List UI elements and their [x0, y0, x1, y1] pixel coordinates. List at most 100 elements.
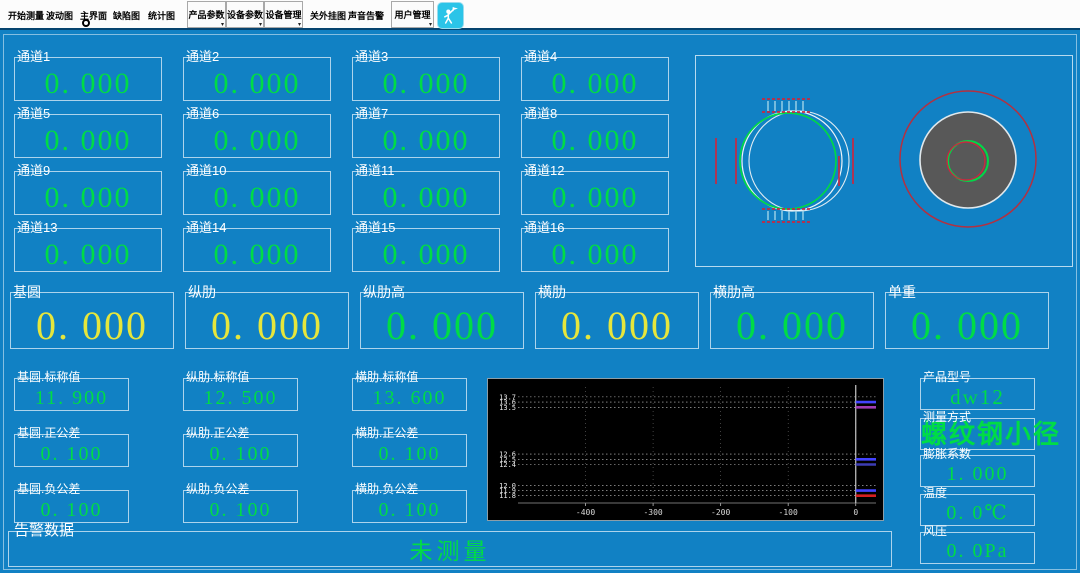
svg-text:0: 0: [853, 508, 858, 517]
menu-sound-alarm[interactable]: 声音告警: [348, 9, 384, 22]
dropdown-arrow-icon[interactable]: ▾: [221, 22, 224, 28]
channel-box: 通道30. 000: [352, 57, 500, 101]
menu-close-external-chart[interactable]: 关外挂图: [310, 9, 346, 22]
param-box: 基圆.标称值11. 900: [14, 378, 129, 411]
channel-box-label: 通道4: [524, 50, 557, 63]
toolbar: 开始测量 波动图 主界面 缺陷图 统计图 产品参数 ▾ 设备参数 ▾ 设备管理 …: [0, 0, 1080, 30]
channel-box-label: 通道1: [17, 50, 50, 63]
svg-text:13.5: 13.5: [499, 404, 516, 412]
param-box: 纵肋.负公差0. 100: [183, 490, 298, 523]
measure-box-label: 横肋: [538, 285, 566, 299]
param-box: 横肋.负公差0. 100: [352, 490, 467, 523]
param-box: 横肋.标称值13. 600: [352, 378, 467, 411]
cross-section-graphics: [696, 56, 1072, 266]
param-box-label: 横肋.正公差: [355, 427, 418, 439]
info-box: 风压0. 0Pa: [920, 532, 1035, 564]
channel-box-value: 0. 000: [353, 239, 499, 271]
measurement-status: 未测量: [410, 538, 491, 564]
tolerance-trend-chart: -400-300-200-100013.713.613.512.612.512.…: [487, 378, 884, 521]
channel-box: 通道150. 000: [352, 228, 500, 272]
dropdown-arrow-icon[interactable]: ▾: [298, 22, 301, 28]
measure-box: 基圆0. 000: [10, 292, 174, 349]
channel-box-value: 0. 000: [353, 182, 499, 214]
measure-box-label: 纵肋高: [363, 285, 405, 299]
channel-box: 通道160. 000: [521, 228, 669, 272]
btn-user-management[interactable]: 用户管理 ▾: [391, 1, 434, 28]
param-box-value: 0. 100: [353, 500, 466, 521]
channel-box-value: 0. 000: [15, 125, 161, 157]
param-box: 基圆.正公差0. 100: [14, 434, 129, 467]
info-box-value: dw12: [921, 386, 1034, 408]
measure-box-label: 纵肋: [188, 285, 216, 299]
channel-box-label: 通道13: [17, 221, 57, 234]
channel-box: 通道80. 000: [521, 114, 669, 158]
measure-box: 纵肋0. 000: [185, 292, 349, 349]
param-box: 纵肋.正公差0. 100: [183, 434, 298, 467]
param-box-label: 纵肋.正公差: [186, 427, 249, 439]
info-box: 测量方式螺纹钢小径: [920, 418, 1035, 450]
measure-box-label: 单重: [888, 285, 916, 299]
channel-box-value: 0. 000: [522, 182, 668, 214]
info-box-label: 产品型号: [923, 371, 971, 383]
measure-box-value: 0. 000: [536, 305, 698, 347]
channel-box-label: 通道3: [355, 50, 388, 63]
alarm-data-label: 告警数据: [14, 519, 74, 540]
info-box-label: 温度: [923, 487, 947, 499]
channel-box-label: 通道7: [355, 107, 388, 120]
measure-box: 横肋高0. 000: [710, 292, 874, 349]
channel-box-value: 0. 000: [522, 68, 668, 100]
btn-device-management[interactable]: 设备管理 ▾: [264, 1, 303, 28]
param-box-value: 0. 100: [353, 444, 466, 465]
channel-box-value: 0. 000: [184, 182, 330, 214]
info-box: 产品型号dw12: [920, 378, 1035, 410]
channel-box-label: 通道8: [524, 107, 557, 120]
btn-device-management-label: 设备管理: [265, 8, 301, 21]
active-screen-indicator-icon: [82, 19, 90, 27]
profile-view: [716, 99, 853, 222]
btn-device-params[interactable]: 设备参数 ▾: [226, 1, 264, 28]
measure-box-label: 横肋高: [713, 285, 755, 299]
channel-box-label: 通道16: [524, 221, 564, 234]
btn-product-params[interactable]: 产品参数 ▾: [187, 1, 226, 28]
measure-box-value: 0. 000: [186, 305, 348, 347]
measure-box-value: 0. 000: [711, 305, 873, 347]
menu-start-measurement[interactable]: 开始测量: [8, 9, 44, 22]
param-box-value: 12. 500: [184, 388, 297, 409]
channel-box: 通道90. 000: [14, 171, 162, 215]
param-box-value: 0. 100: [184, 444, 297, 465]
menu-defect-chart[interactable]: 缺陷图: [113, 9, 140, 22]
person-with-flag-icon[interactable]: [437, 2, 464, 29]
svg-text:11.8: 11.8: [499, 492, 516, 500]
menu-wave-chart[interactable]: 波动图: [46, 9, 73, 22]
info-box-label: 风压: [923, 525, 947, 537]
channel-box-label: 通道14: [186, 221, 226, 234]
rib-ticks-top: [768, 101, 803, 111]
param-box-label: 横肋.负公差: [355, 483, 418, 495]
svg-text:-200: -200: [711, 508, 730, 517]
channel-box-value: 0. 000: [522, 125, 668, 157]
info-box-value: 螺纹钢小径: [921, 421, 1034, 448]
dropdown-arrow-icon[interactable]: ▾: [259, 22, 262, 28]
channel-box-label: 通道15: [355, 221, 395, 234]
param-box-value: 13. 600: [353, 388, 466, 409]
channel-box-label: 通道9: [17, 164, 50, 177]
channel-box: 通道110. 000: [352, 171, 500, 215]
dropdown-arrow-icon[interactable]: ▾: [429, 22, 432, 28]
channel-box: 通道20. 000: [183, 57, 331, 101]
channel-box-label: 通道12: [524, 164, 564, 177]
channel-box-label: 通道6: [186, 107, 219, 120]
param-box-label: 基圆.标称值: [17, 371, 80, 383]
param-box-label: 基圆.负公差: [17, 483, 80, 495]
channel-box: 通道70. 000: [352, 114, 500, 158]
menu-statistics-chart[interactable]: 统计图: [148, 9, 175, 22]
measure-box: 纵肋高0. 000: [360, 292, 524, 349]
info-box-label: 测量方式: [923, 411, 971, 423]
param-box-label: 横肋.标称值: [355, 371, 418, 383]
info-box-value: 0. 0℃: [921, 503, 1034, 524]
channel-box: 通道130. 000: [14, 228, 162, 272]
channel-box: 通道140. 000: [183, 228, 331, 272]
svg-text:-300: -300: [643, 508, 662, 517]
param-box: 横肋.正公差0. 100: [352, 434, 467, 467]
info-box-label: 膨胀系数: [923, 448, 971, 460]
channel-box-value: 0. 000: [522, 239, 668, 271]
